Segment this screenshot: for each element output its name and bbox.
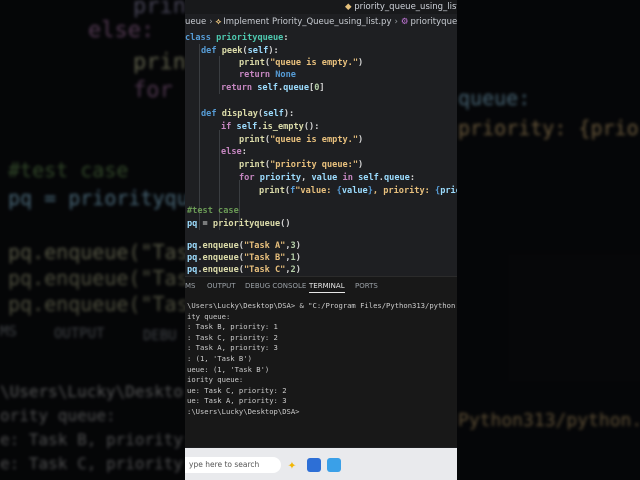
panel-tabs: MS OUTPUT DEBUG CONSOLE TERMINAL PORTS <box>185 277 457 295</box>
tab-ports[interactable]: PORTS <box>355 282 378 290</box>
code-line: pq.enqueue("Task B",1) <box>187 253 301 263</box>
tab-debug-console[interactable]: DEBUG CONSOLE <box>245 282 306 290</box>
terminal-line: : Task B, priority: 1 <box>187 322 278 332</box>
app-icon[interactable] <box>307 458 321 472</box>
tab-problems[interactable]: MS <box>185 282 195 290</box>
code-line: pq = priorityqueue() <box>187 219 291 229</box>
code-line: print(f"value: {value}, priority: {prio <box>259 186 457 196</box>
code-line: def display(self): <box>201 109 295 119</box>
sparkle-icon[interactable]: ✦ <box>285 458 299 472</box>
taskbar-search[interactable]: ype here to search <box>185 457 281 473</box>
terminal-line: ue: Task A, priority: 3 <box>187 396 287 406</box>
chevron-right-icon: › <box>394 17 398 27</box>
terminal-line: ueue: (1, 'Task B') <box>187 364 270 374</box>
breadcrumb-symbol[interactable]: priorityqueue <box>411 17 458 27</box>
code-line: return None <box>239 70 296 80</box>
terminal-line: ue: Task C, priority: 2 <box>187 385 287 395</box>
terminal-line: : Task A, priority: 3 <box>187 343 278 353</box>
class-symbol-icon: ⚙ <box>400 17 409 27</box>
python-file-icon: ⟡ <box>215 17 222 27</box>
breadcrumb-folder[interactable]: ueue <box>185 17 206 27</box>
terminal-line: ity queue: <box>187 311 231 321</box>
terminal-output[interactable]: \Users\Lucky\Desktop\DSA> & "C:/Program … <box>185 301 457 447</box>
code-line: class priorityqueue: <box>185 33 289 43</box>
terminal-line: \Users\Lucky\Desktop\DSA> & "C:/Program … <box>187 301 457 310</box>
vscode-window: ◆ priority_queue_using_list.py ueue›⟡Imp… <box>185 0 457 480</box>
terminal-line: : (1, 'Task B') <box>187 354 252 363</box>
windows-taskbar: ype here to search ✦ <box>185 448 457 480</box>
code-line: print("priority queue:") <box>239 160 364 170</box>
editor-tab[interactable]: ◆ priority_queue_using_list.py <box>345 0 457 14</box>
code-line: else: <box>221 147 247 157</box>
terminal-line: iority queue: <box>187 375 244 385</box>
terminal-line: : Task C, priority: 2 <box>187 332 278 342</box>
code-line: #test case <box>187 206 239 216</box>
editor-tab-bar: ◆ priority_queue_using_list.py <box>185 0 457 14</box>
breadcrumb: ueue › ⟡ Implement Priority_Queue_using_lis… <box>185 14 457 30</box>
code-line: for priority, value in self.queue: <box>239 173 416 183</box>
code-line: pq.enqueue("Task C",2) <box>187 265 301 275</box>
code-editor[interactable]: class priorityqueue: def peek(self): pri… <box>185 30 457 276</box>
bottom-panel: MS OUTPUT DEBUG CONSOLE TERMINAL PORTS \… <box>185 276 457 447</box>
terminal-prompt: :\Users\Lucky\Desktop\DSA> <box>187 407 300 416</box>
python-file-icon: ◆ <box>345 2 355 12</box>
app-icon[interactable] <box>327 458 341 472</box>
code-line: return self.queue[0] <box>221 83 325 93</box>
code-line: if self.is_empty(): <box>221 122 320 132</box>
code-line: def peek(self): <box>201 46 279 56</box>
code-line: pq.enqueue("Task A",3) <box>187 241 301 251</box>
code-line: print("queue is empty.") <box>239 58 364 68</box>
tab-terminal[interactable]: TERMINAL <box>309 282 345 293</box>
tab-output[interactable]: OUTPUT <box>207 282 236 290</box>
search-placeholder: ype here to search <box>189 460 260 469</box>
chevron-right-icon: › <box>209 17 213 27</box>
code-line: print("queue is empty.") <box>239 135 364 145</box>
breadcrumb-file[interactable]: Implement Priority_Queue_using_list.py <box>223 17 391 27</box>
